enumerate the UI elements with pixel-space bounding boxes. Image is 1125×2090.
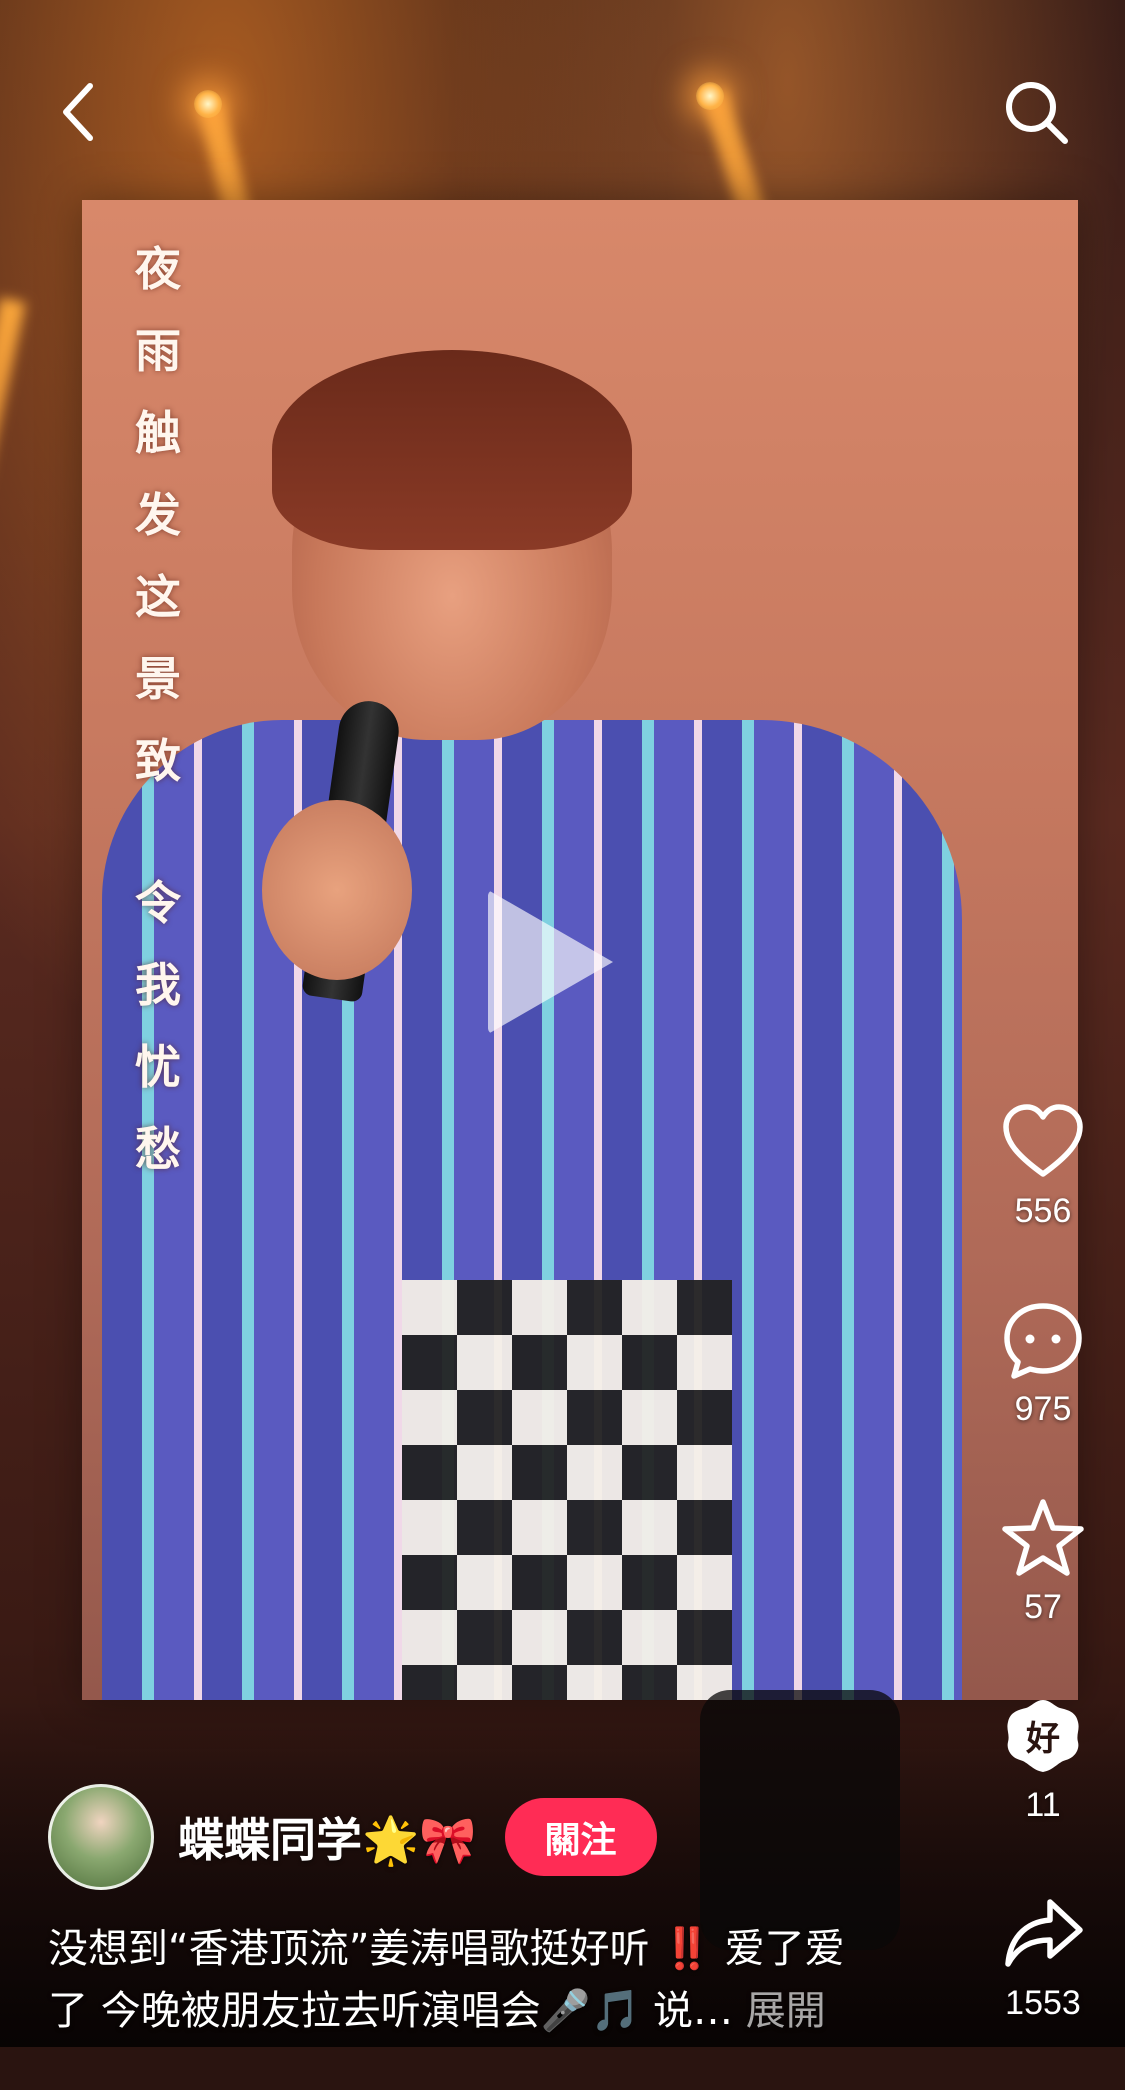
- caption-line-2: 了 今晚被朋友拉去听演唱会🎤🎵 说…: [48, 1988, 734, 2034]
- share-count: 1553: [1005, 1984, 1081, 2022]
- avatar[interactable]: [48, 1784, 154, 1890]
- lyrics-column: 夜 雨 触 发 这 景 致 令 我 忧 愁: [118, 228, 198, 1190]
- author-name[interactable]: 蝶蝶同学🌟🎀: [178, 1804, 477, 1870]
- follow-button[interactable]: 關注: [504, 1798, 657, 1876]
- author-row: 蝶蝶同学🌟🎀 關注: [48, 1782, 657, 1892]
- favorite-button[interactable]: 11 57: [990, 1496, 1096, 1694]
- lyric-char: 愁: [135, 1122, 181, 1176]
- search-button[interactable]: [996, 72, 1076, 152]
- caption-line-1: 没想到“香港顶流”姜涛唱歌挺好听 ‼️ 爱了爱: [48, 1926, 845, 1972]
- like-button[interactable]: 556: [990, 1100, 1096, 1298]
- svg-text:好: 好: [1025, 1719, 1060, 1759]
- hao-badge-icon: 好: [1007, 1700, 1079, 1772]
- lyric-char: 雨: [135, 324, 181, 378]
- lyric-char: 忧: [135, 1040, 181, 1094]
- play-icon[interactable]: [488, 890, 613, 1034]
- lyric-char: 我: [135, 958, 181, 1012]
- search-icon: [1006, 82, 1068, 144]
- audience-camera: [700, 1690, 900, 1950]
- lyric-char: 令: [135, 876, 181, 930]
- heart-icon: [1003, 1104, 1083, 1177]
- lyric-char: 触: [135, 406, 181, 460]
- gift-button[interactable]: 好 11: [990, 1694, 1096, 1892]
- star-icon: [1002, 1499, 1084, 1576]
- expand-link[interactable]: 展開: [746, 1988, 826, 2034]
- back-button[interactable]: [46, 72, 110, 152]
- lyric-char: 景: [135, 652, 181, 706]
- share-button[interactable]: 1553: [990, 1892, 1096, 2090]
- top-bar: [0, 0, 1125, 200]
- lyric-char: 致: [135, 734, 181, 788]
- caption-line-2-row: 了 今晚被朋友拉去听演唱会🎤🎵 说… 展開: [48, 1980, 908, 2042]
- shirt-checker-pattern: [402, 1280, 732, 1700]
- comment-icon: [1004, 1303, 1082, 1379]
- lyric-char: 发: [135, 488, 181, 542]
- lyric-char: 这: [135, 570, 181, 624]
- singer-hair: [272, 350, 632, 550]
- comment-count: 975: [1014, 1390, 1072, 1428]
- favorite-count-text: 57: [1024, 1588, 1062, 1626]
- share-arrow-icon: [1005, 1899, 1083, 1967]
- gift-count: 11: [1025, 1786, 1061, 1824]
- like-count: 556: [1014, 1192, 1072, 1230]
- video-caption[interactable]: 没想到“香港顶流”姜涛唱歌挺好听 ‼️ 爱了爱 了 今晚被朋友拉去听演唱会🎤🎵 …: [48, 1918, 908, 2042]
- chevron-left-icon: [63, 83, 93, 141]
- lyric-char: 夜: [135, 242, 181, 296]
- singer-hand: [262, 800, 412, 980]
- comment-button[interactable]: 975: [990, 1298, 1096, 1496]
- side-actions: 556 975 11 57 好 11 1553: [990, 1100, 1096, 2090]
